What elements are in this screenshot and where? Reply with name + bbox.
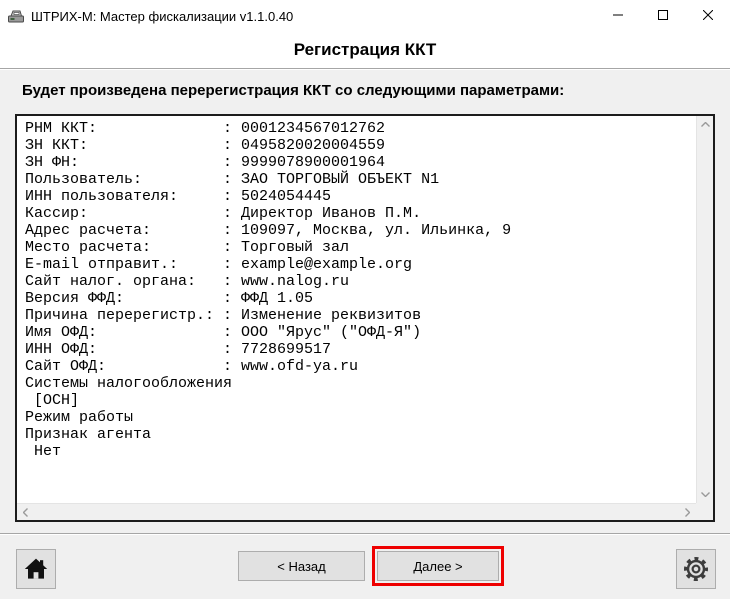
settings-button[interactable] [676,549,716,589]
next-button[interactable]: Далее > [377,551,499,581]
maximize-icon[interactable] [640,0,685,30]
vertical-scrollbar[interactable] [696,116,713,503]
chevron-left-icon[interactable] [17,504,34,521]
annotation-highlight: Далее > [372,546,504,586]
chevron-right-icon[interactable] [679,504,696,521]
params-text: РНМ ККТ: : 0001234567012762 ЗН ККТ: : 04… [17,116,713,464]
params-memo[interactable]: РНМ ККТ: : 0001234567012762 ЗН ККТ: : 04… [15,114,715,522]
wizard-step-header: Регистрация ККТ [0,32,730,68]
fiscal-printer-icon [7,8,25,24]
title-bar: ШТРИХ-М: Мастер фискализации v1.1.0.40 [0,0,730,32]
chevron-down-icon[interactable] [697,486,714,503]
back-button[interactable]: < Назад [238,551,365,581]
app-window: { "window": { "title": "ШТРИХ-М: Мастер … [0,0,730,599]
window-title: ШТРИХ-М: Мастер фискализации v1.1.0.40 [31,9,293,24]
footer-bar: < Назад Далее > [0,533,730,599]
close-icon[interactable] [685,0,730,30]
home-button[interactable] [16,549,56,589]
scrollbar-corner [696,503,713,520]
main-content: Будет произведена перерегистрация ККТ со… [0,70,730,535]
gear-icon [681,554,711,584]
chevron-up-icon[interactable] [697,116,714,133]
home-icon [23,557,49,581]
minimize-icon[interactable] [595,0,640,30]
window-controls [595,0,730,30]
page-title: Регистрация ККТ [294,40,437,60]
reregistration-prompt: Будет произведена перерегистрация ККТ со… [22,82,715,99]
horizontal-scrollbar[interactable] [17,503,696,520]
